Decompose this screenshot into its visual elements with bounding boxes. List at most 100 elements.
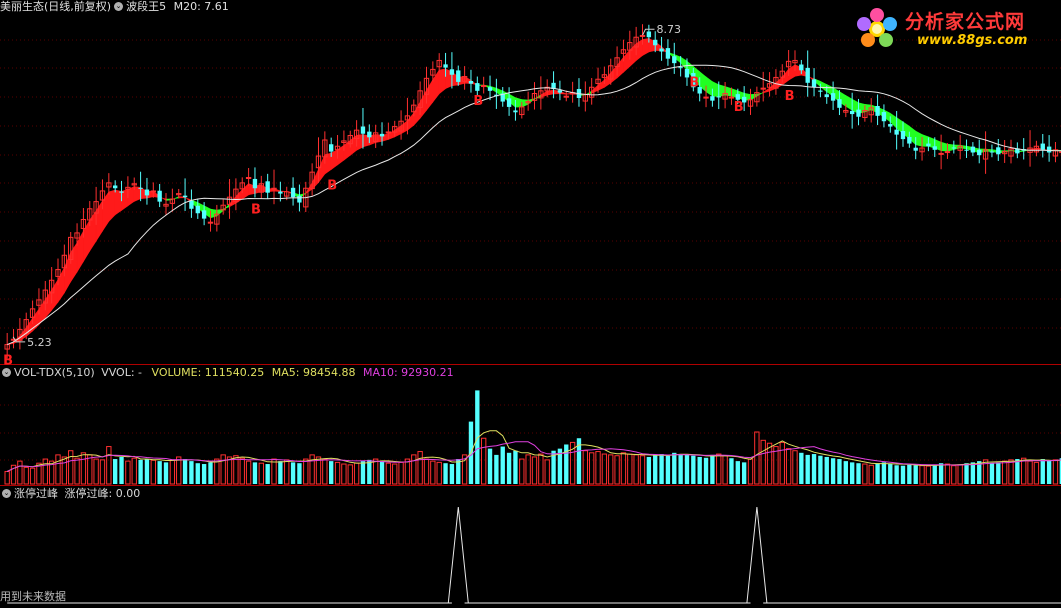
candle-body (208, 222, 212, 223)
volume-bar (335, 462, 339, 484)
volume-bar (945, 464, 949, 484)
volume-bar (526, 455, 530, 484)
ma10-value: MA10: 92930.21 (363, 366, 454, 379)
volume-bar (507, 453, 511, 484)
trend-band-segment (83, 220, 89, 262)
indicator-name[interactable]: 波段王5 (126, 0, 166, 13)
volume-bar (920, 466, 924, 484)
volume-bar (564, 444, 568, 484)
volume-bar (545, 460, 549, 484)
buy-signal-marker: B (473, 94, 483, 109)
candle-body (558, 90, 562, 92)
volume-bar (939, 463, 943, 484)
volume-bar (850, 462, 854, 484)
volume-bar (799, 453, 803, 484)
candle-body (469, 81, 473, 84)
chart-canvas[interactable]: BBBBBBB8.735.23 (0, 0, 1061, 604)
stock-name[interactable]: 美丽生态 (0, 0, 44, 13)
candle-body (837, 99, 841, 108)
trend-band-segment (617, 58, 623, 78)
candle-body (183, 196, 187, 198)
trend-band-segment (242, 184, 248, 200)
trend-band-segment (103, 192, 109, 231)
volume-bar (793, 451, 797, 484)
trend-band-segment (64, 252, 70, 292)
volume-bar (253, 462, 257, 484)
period-label: (日线,前复权) (44, 0, 111, 13)
volume-bar (348, 465, 352, 484)
trend-band-segment (45, 290, 51, 318)
volume-bar (399, 462, 403, 484)
candle-body (761, 88, 765, 89)
volume-bar (431, 461, 435, 484)
volume-bar (786, 449, 790, 484)
volume-bar (354, 463, 358, 484)
candle-body (361, 127, 365, 134)
trend-band-segment (401, 121, 407, 134)
volume-bar (520, 459, 524, 484)
volume-bar (342, 464, 346, 484)
trend-band-segment (751, 94, 757, 100)
trend-band-segment (325, 153, 331, 174)
volume-bar (704, 458, 708, 484)
collapse-icon[interactable]: ⌄ (2, 489, 11, 498)
candle-body (329, 144, 333, 151)
volume-bar (373, 459, 377, 484)
volume-bar (189, 461, 193, 484)
buy-signal-marker: B (734, 100, 744, 115)
volume-bar (380, 461, 384, 484)
volume-bar (412, 455, 416, 484)
candle-body (157, 191, 161, 202)
volume-bar (323, 459, 327, 484)
trend-band-segment (643, 38, 649, 55)
limit-value: 涨停过峰: 0.00 (65, 487, 141, 500)
collapse-icon[interactable]: ⌄ (114, 2, 123, 11)
buy-signal-marker: B (785, 89, 795, 104)
volume-bar (501, 447, 505, 484)
volume-bar (691, 456, 695, 484)
limit-indicator-name[interactable]: 涨停过峰 (14, 487, 58, 500)
volume-value: VOLUME: 111540.25 (152, 366, 265, 379)
candle-body (996, 147, 1000, 154)
volume-bar (1053, 460, 1057, 484)
candle-body (945, 152, 949, 153)
candle-body (513, 110, 517, 112)
volume-bar (723, 456, 727, 484)
volume-bar (621, 453, 625, 484)
volume-bar (240, 458, 244, 484)
volume-bar (456, 459, 460, 484)
volume-bar (996, 462, 1000, 484)
volume-bar (208, 462, 212, 484)
volume-bar (5, 472, 9, 484)
volume-bar (926, 466, 930, 484)
trend-band-segment (115, 190, 121, 215)
candle-body (138, 188, 142, 189)
volume-bar (494, 455, 498, 484)
candle-body (507, 98, 511, 107)
volume-bar (761, 440, 765, 484)
volume-indicator-name[interactable]: VOL-TDX(5,10) (14, 366, 95, 379)
volume-bar (94, 459, 98, 484)
trend-band-segment (338, 145, 344, 165)
trend-band-segment (427, 80, 433, 111)
volume-bar (958, 465, 962, 484)
candle-body (278, 192, 282, 194)
collapse-icon[interactable]: ⌄ (2, 368, 11, 377)
volume-bar (361, 461, 365, 484)
candle-body (119, 191, 123, 192)
volume-bar (418, 452, 422, 484)
candle-body (265, 181, 269, 192)
candle-body (488, 87, 492, 91)
candle-body (672, 56, 676, 63)
volume-bar (126, 461, 130, 484)
trend-band-segment (96, 201, 102, 241)
logo-url[interactable]: www.88gs.com (917, 33, 1027, 48)
candle-body (640, 35, 644, 36)
candle-body (710, 96, 714, 100)
low-price-label: 5.23 (27, 336, 52, 349)
volume-bar (437, 462, 441, 484)
candle-body (450, 69, 454, 74)
chart-window: BBBBBBB8.735.23 美丽生态(日线,前复权)⌄波段王5 M20: 7… (0, 0, 1061, 604)
candle-body (564, 96, 568, 97)
volume-bar (30, 468, 34, 484)
